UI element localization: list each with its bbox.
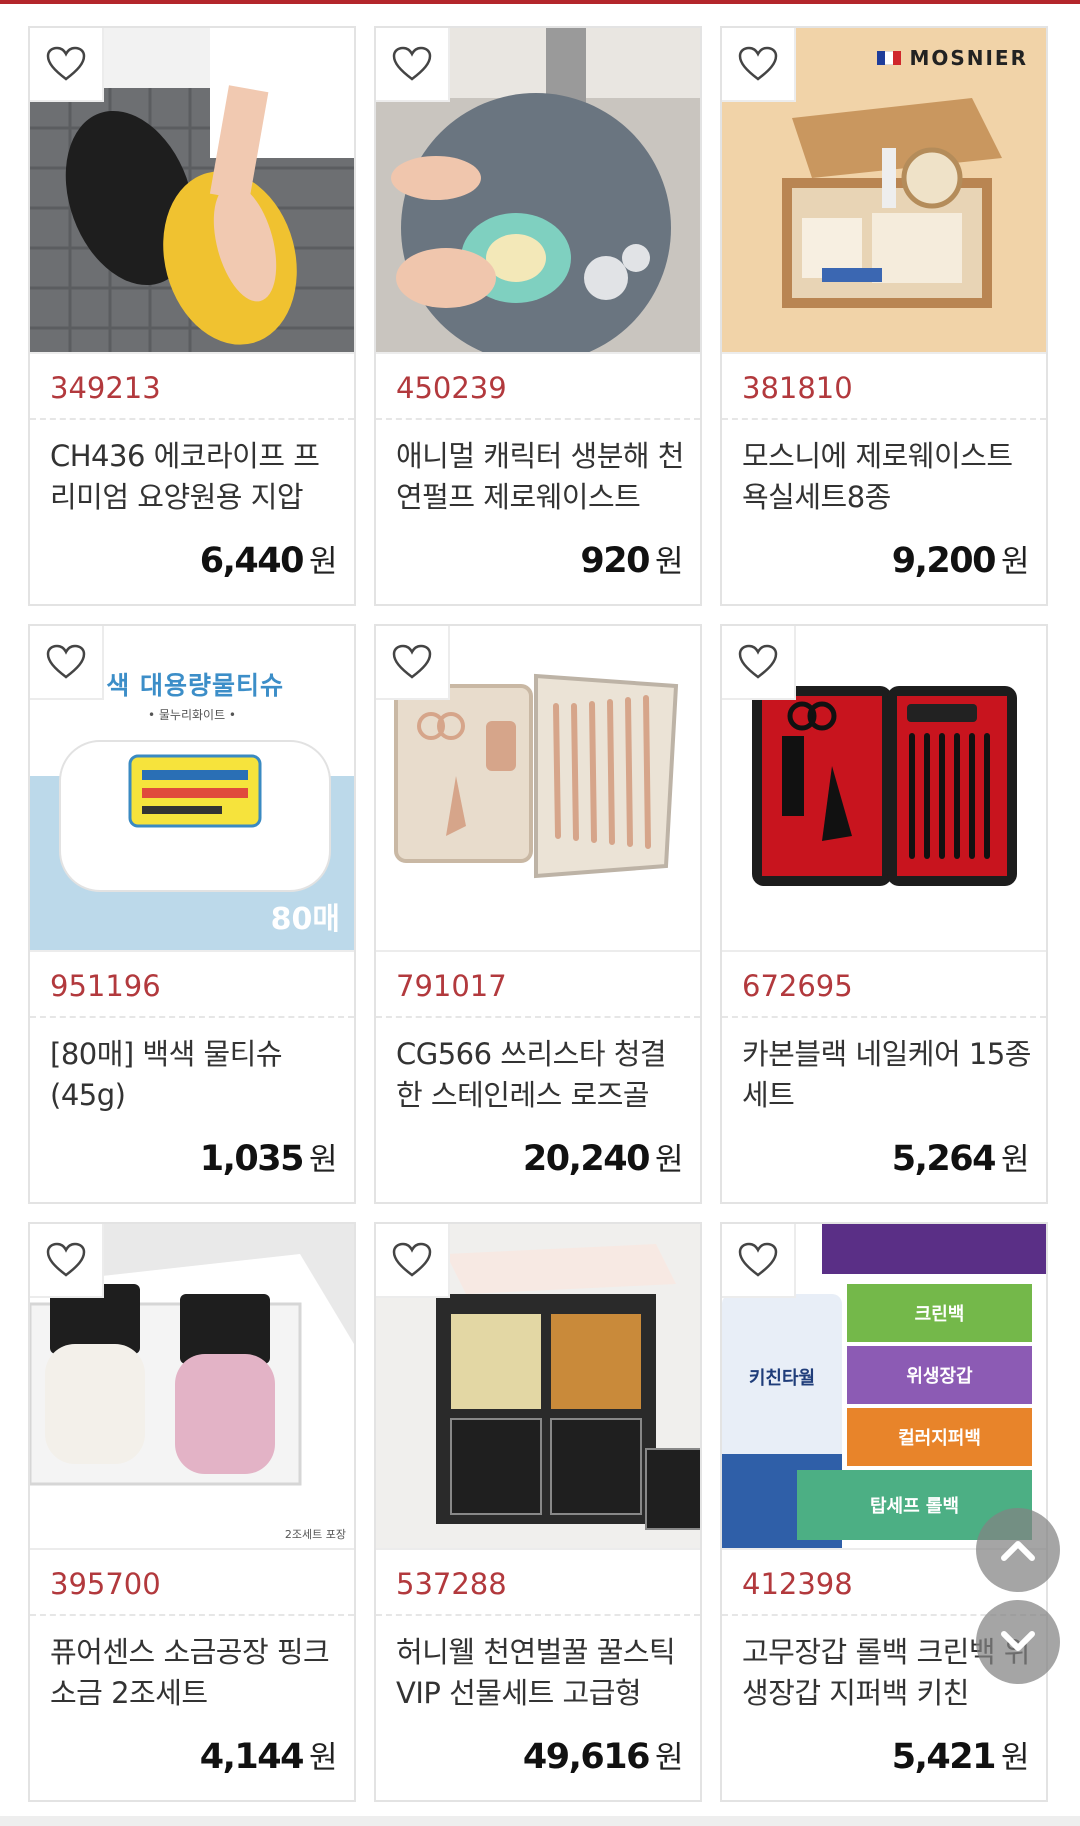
heart-outline-icon <box>46 1242 86 1277</box>
product-code: 537288 <box>376 1548 700 1616</box>
top-accent-line <box>0 0 1080 4</box>
france-flag-icon <box>877 51 902 65</box>
product-code: 951196 <box>30 950 354 1018</box>
image-label: 크린백 <box>914 1304 965 1325</box>
product-code: 672695 <box>722 950 1046 1018</box>
heart-outline-icon <box>738 46 778 81</box>
favorite-button[interactable] <box>30 1224 104 1298</box>
favorite-button[interactable] <box>376 1224 450 1298</box>
brand-name: MOSNIER <box>909 46 1028 70</box>
product-code: 450239 <box>376 352 700 420</box>
product-name[interactable]: CH436 에코라이프 프리미엄 요양원용 지압 <box>50 436 340 522</box>
product-code: 395700 <box>30 1548 354 1616</box>
product-card[interactable]: 백색 대용량물티슈 • 물누리화이트 • 80매 951196 [80매] 백색… <box>28 624 356 1204</box>
product-name[interactable]: 퓨어센스 소금공장 핑크소금 2조세트 <box>50 1632 340 1718</box>
product-price: 9,200 원 <box>891 541 1030 581</box>
chevron-down-icon <box>1001 1631 1035 1651</box>
image-subtitle: • 물누리화이트 • <box>147 708 237 722</box>
favorite-button[interactable] <box>30 28 104 102</box>
heart-outline-icon <box>392 644 432 679</box>
scroll-up-button[interactable] <box>976 1508 1060 1592</box>
scroll-down-button[interactable] <box>976 1600 1060 1684</box>
product-name[interactable]: 카본블랙 네일케어 15종세트 <box>742 1034 1032 1120</box>
product-card[interactable]: 791017 CG566 쓰리스타 청결한 스테인레스 로즈골 20,240 원 <box>374 624 702 1204</box>
image-label: 위생장갑 <box>906 1366 973 1387</box>
favorite-button[interactable] <box>722 28 796 102</box>
product-price: 49,616 원 <box>522 1737 684 1777</box>
image-label: 컬러지퍼백 <box>898 1428 981 1449</box>
product-card[interactable]: MOSNIER 381810 모스니에 제로웨이스트 욕실세트8종 9,200 원 <box>720 26 1048 606</box>
image-note: 2조세트 포장 <box>284 1528 346 1541</box>
product-card[interactable]: 672695 카본블랙 네일케어 15종세트 5,264 원 <box>720 624 1048 1204</box>
product-code: 791017 <box>376 950 700 1018</box>
product-price: 1,035 원 <box>199 1139 338 1179</box>
product-card[interactable]: 450239 애니멀 캐릭터 생분해 천연펄프 제로웨이스트 920 원 <box>374 26 702 606</box>
product-card[interactable]: 349213 CH436 에코라이프 프리미엄 요양원용 지압 6,440 원 <box>28 26 356 606</box>
heart-outline-icon <box>46 644 86 679</box>
product-name[interactable]: CG566 쓰리스타 청결한 스테인레스 로즈골 <box>396 1034 686 1120</box>
bottom-strip <box>0 1816 1080 1826</box>
heart-outline-icon <box>738 644 778 679</box>
product-name[interactable]: 애니멀 캐릭터 생분해 천연펄프 제로웨이스트 <box>396 436 686 522</box>
heart-outline-icon <box>392 46 432 81</box>
favorite-button[interactable] <box>376 626 450 700</box>
product-price: 920 원 <box>580 541 683 581</box>
image-label: 키친타월 <box>748 1368 816 1389</box>
product-price: 5,421 원 <box>891 1737 1030 1777</box>
product-price: 4,144 원 <box>199 1737 338 1777</box>
favorite-button[interactable] <box>30 626 104 700</box>
product-name[interactable]: [80매] 백색 물티슈 (45g) <box>50 1034 340 1120</box>
brand-badge: MOSNIER <box>877 46 1028 70</box>
favorite-button[interactable] <box>722 626 796 700</box>
heart-outline-icon <box>46 46 86 81</box>
product-card[interactable]: 2조세트 포장 395700 퓨어센스 소금공장 핑크소금 2조세트 4,144… <box>28 1222 356 1802</box>
heart-outline-icon <box>738 1242 778 1277</box>
product-name[interactable]: 허니웰 천연벌꿀 꿀스틱 VIP 선물세트 고급형 <box>396 1632 686 1718</box>
favorite-button[interactable] <box>722 1224 796 1298</box>
product-price: 5,264 원 <box>891 1139 1030 1179</box>
chevron-up-icon <box>1001 1541 1035 1561</box>
product-card[interactable]: 537288 허니웰 천연벌꿀 꿀스틱 VIP 선물세트 고급형 49,616 원 <box>374 1222 702 1802</box>
favorite-button[interactable] <box>376 28 450 102</box>
product-code: 381810 <box>722 352 1046 420</box>
heart-outline-icon <box>392 1242 432 1277</box>
product-code: 349213 <box>30 352 354 420</box>
product-name[interactable]: 모스니에 제로웨이스트 욕실세트8종 <box>742 436 1032 522</box>
image-count: 80매 <box>270 902 340 937</box>
product-price: 20,240 원 <box>522 1139 684 1179</box>
product-price: 6,440 원 <box>199 541 338 581</box>
